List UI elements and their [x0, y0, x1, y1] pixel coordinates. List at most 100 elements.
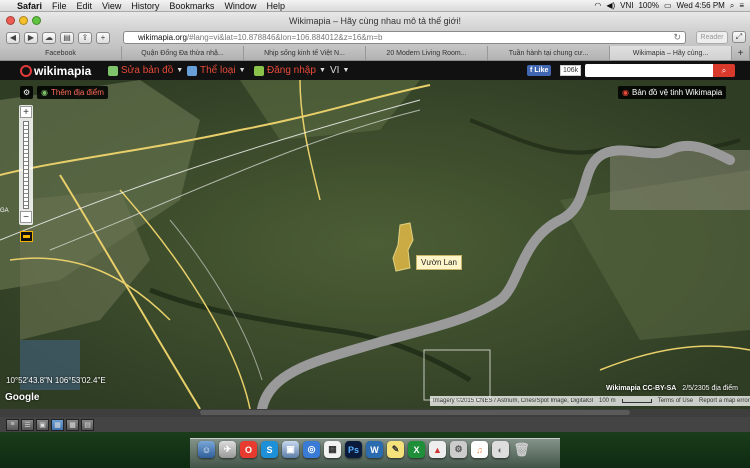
wikimapia-logo-icon [20, 65, 32, 77]
notes-icon[interactable]: ✎ [387, 441, 404, 458]
menu-language[interactable]: VI ▼ [330, 65, 349, 76]
window-titlebar: Wikimapia – Hãy cùng nhau mô tả thế giới… [0, 12, 750, 29]
system-preferences-icon[interactable]: ⚙ [450, 441, 467, 458]
battery-icon[interactable]: ▭ [664, 1, 672, 10]
keynote-icon[interactable]: ▲ [429, 441, 446, 458]
tab-tuan-hanh[interactable]: Tuần hành tại chung cư... [488, 46, 610, 60]
horizontal-scrollbar[interactable] [200, 410, 630, 415]
grid-icon: ▦ [69, 421, 76, 429]
menu-file[interactable]: File [47, 1, 72, 11]
menu-bookmarks[interactable]: Bookmarks [164, 1, 219, 11]
menu-app-safari[interactable]: Safari [12, 1, 47, 11]
map-mode-toolbar: ≡ ☰ ▣ ▦ ▦ ▤ [0, 417, 750, 432]
zoom-control: + − [19, 105, 33, 225]
icloud-tabs-button[interactable]: ☁ [42, 31, 56, 44]
safari-icon[interactable]: ◎ [303, 441, 320, 458]
license-text: Wikimapia CC-BY-SA 2/5/2305 địa điểm [606, 385, 738, 392]
opera-icon[interactable]: O [240, 441, 257, 458]
excel-icon[interactable]: X [408, 441, 425, 458]
map-search-input[interactable] [585, 64, 713, 77]
tab-nhip-song-kinh-te[interactable]: Nhịp sống kinh tế Việt N... [244, 46, 366, 60]
skype-icon[interactable]: S [261, 441, 278, 458]
photoshop-icon[interactable]: Ps [345, 441, 362, 458]
word-icon[interactable]: W [366, 441, 383, 458]
url-host: wikimapia.org [138, 33, 187, 42]
coordinates-readout: 10°52'43.8"N 106°53'02.4"E [6, 376, 106, 385]
report-error-link[interactable]: Report a map error [699, 398, 750, 404]
ga-label: GA [0, 208, 9, 214]
menu-help[interactable]: Help [261, 1, 290, 11]
battery-percent[interactable]: 100% [638, 1, 658, 10]
zoom-out-button[interactable]: − [20, 211, 32, 223]
tab-wikimapia[interactable]: Wikimapia – Hãy cùng... [610, 46, 732, 60]
back-button[interactable]: ◀ [6, 31, 20, 44]
menu-edit-map[interactable]: Sửa bản đồ ▼ [108, 65, 183, 76]
satellite-layer-button[interactable]: ◉ Bản đồ vệ tinh Wikimapia [618, 86, 727, 99]
input-language[interactable]: VNI [620, 1, 633, 10]
tab-quan-dong-da[interactable]: Quận Đống Đa thừa nhậ... [122, 46, 244, 60]
menu-login-label: Đăng nhập [267, 65, 316, 76]
satellite-map[interactable]: ◉ Thêm địa điểm ⚙ ◉ Bản đồ vệ tinh Wikim… [0, 80, 750, 409]
menu-category[interactable]: Thể loại ▼ [187, 65, 246, 76]
google-logo[interactable]: Google [5, 392, 39, 403]
minimize-window-icon[interactable] [19, 16, 28, 25]
spotlight-icon[interactable]: ⌕ [730, 1, 734, 11]
menu-language-label: VI [330, 65, 340, 76]
menu-history[interactable]: History [126, 1, 164, 11]
tab-modern-living-room[interactable]: 20 Modern Living Room... [366, 46, 488, 60]
clock[interactable]: Wed 4:56 PM [677, 1, 725, 10]
wikimapia-logo[interactable]: wikimapia [20, 64, 91, 78]
zoom-window-icon[interactable] [32, 16, 41, 25]
menu-window[interactable]: Window [219, 1, 261, 11]
sidebar-button[interactable]: ▤ [60, 31, 74, 44]
zoom-slider-track[interactable] [23, 121, 29, 209]
settings-button[interactable]: ⚙ [20, 86, 34, 99]
share-button[interactable]: ⇪ [78, 31, 92, 44]
facebook-like-button[interactable]: f Like [527, 65, 552, 76]
gear-icon: ⚙ [23, 88, 31, 97]
menu-login[interactable]: Đăng nhập ▼ [254, 65, 326, 76]
layer-toggle-button[interactable] [20, 231, 33, 242]
add-tab-button[interactable]: + [732, 46, 750, 60]
menu-view[interactable]: View [97, 1, 126, 11]
facebook-like-label: Like [534, 67, 549, 74]
photo-button[interactable]: ▣ [36, 418, 49, 431]
address-bar[interactable]: wikimapia.org/#lang=vi&lat=10.878846&lon… [123, 31, 686, 44]
chevron-down-icon: ▼ [238, 67, 246, 74]
new-tab-button[interactable]: + [96, 31, 110, 44]
terms-link[interactable]: Terms of Use [658, 398, 693, 404]
list-view-button[interactable]: ☰ [21, 418, 34, 431]
volume-icon[interactable]: ◀) [606, 1, 615, 10]
scale-bar [621, 399, 652, 403]
place-label-vuon-lan[interactable]: Vườn Lan [416, 255, 462, 270]
menu-edit[interactable]: Edit [72, 1, 98, 11]
license-label[interactable]: Wikimapia CC-BY-SA [606, 385, 676, 392]
fullscreen-map-button[interactable]: ▤ [81, 418, 94, 431]
app-icon[interactable]: ◐ [492, 441, 509, 458]
launchpad-icon[interactable]: ✈ [219, 441, 236, 458]
close-window-icon[interactable] [6, 16, 15, 25]
notification-center-icon[interactable]: ≡ [739, 1, 744, 10]
add-place-button[interactable]: ◉ Thêm địa điểm [37, 86, 108, 99]
wifi-icon[interactable]: ◠ [594, 1, 601, 10]
globe-icon [108, 65, 118, 76]
reload-icon[interactable]: ↻ [673, 32, 681, 43]
category-icon [187, 65, 197, 76]
reader-button[interactable]: Reader [696, 31, 728, 44]
finder-icon[interactable]: ☺ [198, 441, 215, 458]
menu-toggle-button[interactable]: ≡ [6, 418, 19, 431]
itunes-icon[interactable]: ♫ [471, 441, 488, 458]
calendar-icon[interactable]: ▦ [324, 441, 341, 458]
map-view-button[interactable]: ▦ [51, 418, 64, 431]
fullscreen-icon[interactable]: ⤢ [732, 31, 746, 43]
preview-icon[interactable]: ▣ [282, 441, 299, 458]
satellite-imagery [0, 80, 750, 409]
map-icon: ▦ [54, 421, 61, 429]
trash-icon[interactable]: 🗑 [513, 441, 530, 458]
tab-facebook[interactable]: Facebook [0, 46, 122, 60]
grid-view-button[interactable]: ▦ [66, 418, 79, 431]
forward-button[interactable]: ▶ [24, 31, 38, 44]
search-button[interactable]: ⌕ [713, 64, 735, 77]
menu-edit-map-label: Sửa bản đồ [121, 65, 174, 76]
zoom-in-button[interactable]: + [20, 106, 32, 118]
